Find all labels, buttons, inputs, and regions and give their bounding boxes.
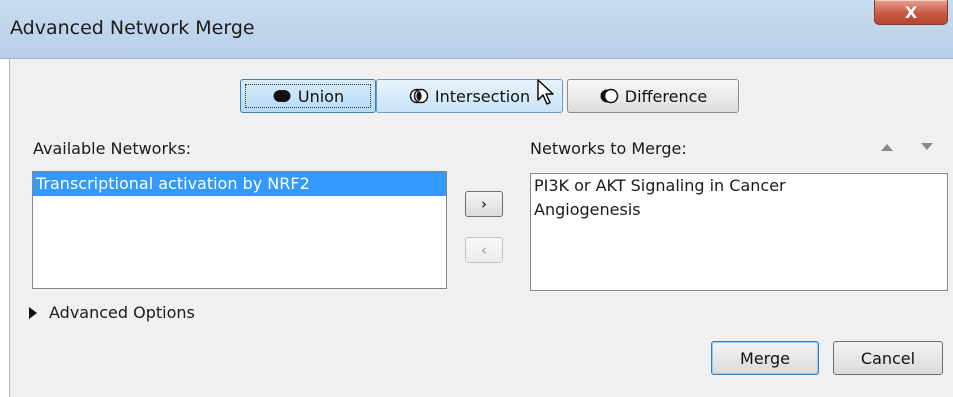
chevron-left-icon: ‹ [481, 241, 487, 259]
networks-to-merge-list[interactable]: PI3K or AKT Signaling in Cancer Angiogen… [530, 173, 948, 291]
list-item[interactable]: PI3K or AKT Signaling in Cancer [531, 174, 947, 198]
window-title: Advanced Network Merge [10, 17, 255, 39]
triangle-right-icon [29, 306, 37, 319]
cancel-button[interactable]: Cancel [833, 341, 943, 375]
available-networks-label: Available Networks: [33, 139, 192, 158]
mouse-pointer-icon [537, 79, 554, 105]
merge-button[interactable]: Merge [711, 341, 819, 375]
focus-ring [245, 84, 371, 108]
intersection-button[interactable]: Intersection [376, 79, 563, 113]
difference-icon [600, 88, 618, 104]
merge-button-label: Merge [740, 348, 790, 368]
difference-label: Difference [624, 86, 708, 106]
add-to-merge-button[interactable]: › [465, 191, 503, 217]
dialog-body: Union Intersection Difference Available … [9, 59, 953, 397]
intersection-icon [409, 88, 429, 104]
networks-to-merge-label: Networks to Merge: [530, 139, 687, 158]
arrow-down-icon[interactable] [920, 142, 934, 152]
chevron-right-icon: › [481, 195, 487, 213]
list-item[interactable]: Transcriptional activation by NRF2 [33, 172, 446, 196]
difference-button[interactable]: Difference [567, 79, 739, 113]
advanced-options-toggle[interactable]: Advanced Options [29, 303, 195, 322]
advanced-options-label: Advanced Options [49, 303, 195, 322]
intersection-label: Intersection [434, 86, 531, 106]
arrow-up-icon[interactable] [880, 142, 894, 152]
union-button[interactable]: Union [240, 79, 376, 113]
close-button[interactable]: X [874, 0, 948, 25]
close-icon: X [904, 2, 918, 22]
list-item[interactable]: Angiogenesis [531, 198, 947, 222]
remove-from-merge-button[interactable]: ‹ [465, 237, 503, 263]
available-networks-list[interactable]: Transcriptional activation by NRF2 [32, 171, 447, 289]
title-bar: Advanced Network Merge X [0, 0, 953, 59]
cancel-button-label: Cancel [860, 348, 916, 368]
